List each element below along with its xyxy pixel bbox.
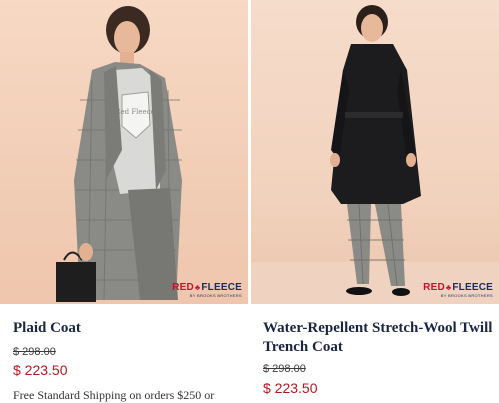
sale-price: $ 223.50 xyxy=(13,362,68,378)
sale-price: $ 223.50 xyxy=(263,380,318,396)
logo-subtitle: BY BROOKS BROTHERS xyxy=(189,293,242,298)
logo-subtitle: BY BROOKS BROTHERS xyxy=(440,293,493,298)
sheep-icon: ♣ xyxy=(194,283,201,292)
product-title[interactable]: Water-Repellent Stretch-Wool Twill Trenc… xyxy=(263,319,493,357)
logo-word-red: RED xyxy=(172,282,194,293)
product-image-plaid-coat[interactable]: Red Fleece RED♣FLEECE BY BROOKS BROTHERS xyxy=(0,0,248,304)
red-fleece-logo: RED♣FLEECE BY BROOKS BROTHERS xyxy=(423,283,493,298)
logo-word-fleece: FLEECE xyxy=(201,282,242,293)
model-plaid-coat-illustration: Red Fleece xyxy=(56,6,182,302)
product-title[interactable]: Plaid Coat xyxy=(13,319,243,338)
sheep-icon: ♣ xyxy=(445,283,452,292)
shirt-print-text: Red Fleece xyxy=(115,108,155,116)
logo-word-red: RED xyxy=(423,282,445,293)
product-card-plaid-coat[interactable]: Red Fleece RED♣FLEECE BY BROOKS BROTHERS… xyxy=(0,0,248,402)
original-price: $ 298.00 xyxy=(13,346,56,358)
logo-word-fleece: FLEECE xyxy=(452,282,493,293)
shipping-promo: Free Standard Shipping on orders $250 or xyxy=(13,388,215,402)
red-fleece-logo: RED♣FLEECE BY BROOKS BROTHERS xyxy=(172,283,242,298)
original-price: $ 298.00 xyxy=(263,363,306,375)
product-image-trench-coat[interactable]: RED♣FLEECE BY BROOKS BROTHERS xyxy=(251,0,499,304)
product-card-trench-coat[interactable]: RED♣FLEECE BY BROOKS BROTHERS Water-Repe… xyxy=(251,0,499,396)
model-trench-coat-illustration xyxy=(251,5,499,304)
